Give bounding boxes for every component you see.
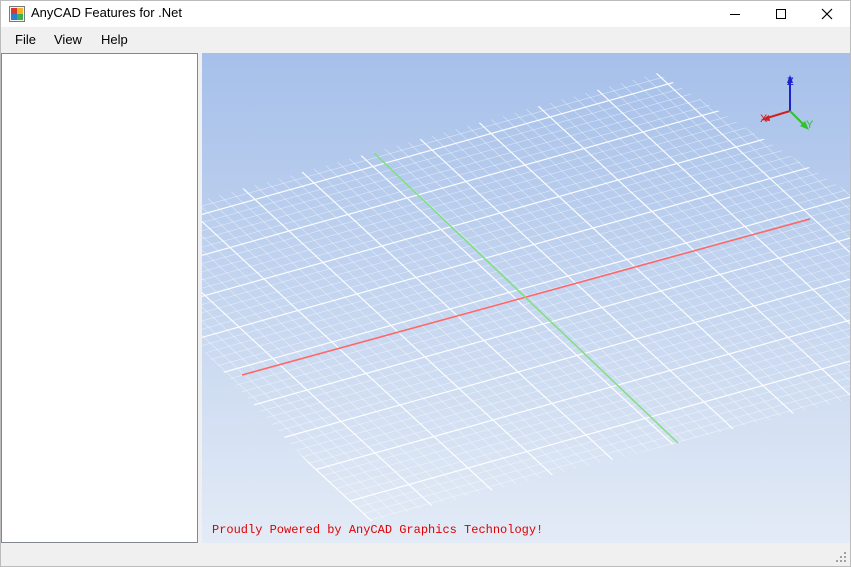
- menu-view[interactable]: View: [54, 32, 82, 47]
- maximize-button[interactable]: [758, 1, 804, 27]
- app-window: AnyCAD Features for .Net File View Help: [0, 0, 851, 567]
- menu-bar: File View Help: [1, 28, 850, 52]
- 3d-viewport[interactable]: Z X Y Proudly Powered by AnyCAD Graphics…: [202, 53, 850, 543]
- credit-text: Proudly Powered by AnyCAD Graphics Techn…: [212, 523, 543, 537]
- minimize-button[interactable]: [712, 1, 758, 27]
- minimize-icon: [730, 14, 740, 15]
- menu-help[interactable]: Help: [101, 32, 128, 47]
- resize-grip-icon[interactable]: [836, 552, 846, 562]
- y-axis-label: Y: [806, 119, 814, 131]
- x-axis-label: X: [760, 113, 768, 125]
- close-icon: [821, 8, 833, 20]
- title-bar[interactable]: AnyCAD Features for .Net: [1, 1, 850, 27]
- 3d-canvas[interactable]: Z X Y Proudly Powered by AnyCAD Graphics…: [202, 53, 850, 543]
- maximize-icon: [776, 9, 786, 19]
- window-title: AnyCAD Features for .Net: [31, 5, 182, 20]
- status-bar: [1, 544, 850, 566]
- close-button[interactable]: [804, 1, 850, 27]
- app-icon: [9, 6, 25, 22]
- model-tree-panel[interactable]: [1, 53, 198, 543]
- menu-file[interactable]: File: [15, 32, 36, 47]
- z-axis-label: Z: [787, 76, 794, 88]
